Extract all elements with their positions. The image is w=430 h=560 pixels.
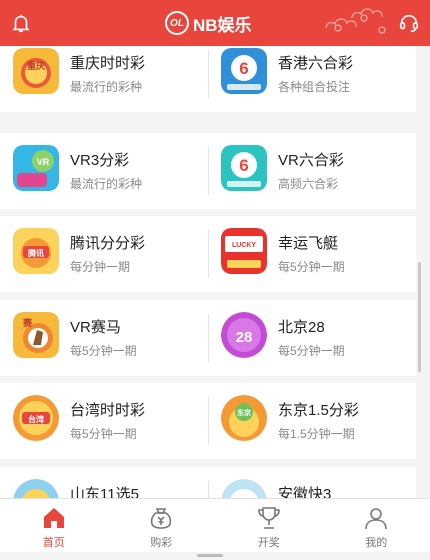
game-name: 腾讯分分彩 bbox=[70, 235, 146, 252]
game-name: 山东11选5 bbox=[70, 486, 139, 498]
list-row: 重庆 重庆时时彩 最流行的彩种 6 香港六合彩 各种组合投注 bbox=[0, 46, 416, 112]
bell-icon[interactable] bbox=[10, 12, 32, 34]
top-header: OL NB娱乐 bbox=[0, 0, 430, 46]
game-tencent[interactable]: 腾讯 腾讯分分彩 每分钟一期 bbox=[0, 216, 208, 292]
customer-service-icon[interactable] bbox=[398, 12, 420, 34]
game-name: 北京28 bbox=[278, 319, 325, 336]
game-desc: 每5分钟一期 bbox=[278, 260, 345, 274]
game-name: 幸运飞艇 bbox=[278, 235, 339, 252]
tab-label: 购彩 bbox=[150, 537, 173, 549]
game-tokyo[interactable]: 东京 东京1.5分彩 每1.5分钟一期 bbox=[208, 383, 416, 459]
taiwan-icon: 台湾 bbox=[13, 395, 59, 441]
list-row: 11 山东11选5 3 安徽快3 bbox=[0, 467, 416, 498]
anhui-icon: 3 bbox=[221, 479, 267, 498]
chongqing-icon: 重庆 bbox=[13, 48, 59, 94]
bottom-tabbar: 首页 购彩 开奖 我的 bbox=[0, 498, 430, 552]
svg-text:重庆: 重庆 bbox=[27, 60, 45, 71]
tencent-icon: 腾讯 bbox=[13, 228, 59, 274]
lucky-airship-icon: LUCKY bbox=[221, 228, 267, 274]
list-row: 赛 VR赛马 每5分钟一期 28 北京28 每5分钟一期 bbox=[0, 300, 416, 376]
game-desc: 最流行的彩种 bbox=[70, 80, 143, 94]
game-desc: 每5分钟一期 bbox=[70, 427, 137, 441]
svg-text:VR: VR bbox=[37, 157, 50, 167]
game-name: 香港六合彩 bbox=[278, 55, 354, 72]
tokyo-icon: 东京 bbox=[221, 395, 267, 441]
game-vr3[interactable]: VR VR3分彩 最流行的彩种 bbox=[0, 133, 208, 209]
lottery-list: 重庆 重庆时时彩 最流行的彩种 6 香港六合彩 各种组合投注 VR VR3分彩 … bbox=[0, 46, 430, 498]
game-desc: 每1.5分钟一期 bbox=[278, 427, 355, 441]
svg-text:LUCKY: LUCKY bbox=[232, 242, 256, 249]
game-desc: 每分钟一期 bbox=[70, 260, 131, 274]
game-vr-horse[interactable]: 赛 VR赛马 每5分钟一期 bbox=[0, 300, 208, 376]
user-icon bbox=[365, 508, 388, 530]
game-beijing28[interactable]: 28 北京28 每5分钟一期 bbox=[208, 300, 416, 376]
game-anhui[interactable]: 3 安徽快3 bbox=[208, 467, 416, 498]
tab-label: 首页 bbox=[42, 537, 65, 549]
trophy-icon bbox=[257, 507, 280, 529]
game-hongkong-six[interactable]: 6 香港六合彩 各种组合投注 bbox=[208, 46, 416, 112]
game-name: VR3分彩 bbox=[70, 152, 130, 169]
game-lucky-airship[interactable]: LUCKY 幸运飞艇 每5分钟一期 bbox=[208, 216, 416, 292]
svg-text:东京: 东京 bbox=[237, 408, 251, 417]
game-desc: 每5分钟一期 bbox=[70, 344, 137, 358]
game-chongqing[interactable]: 重庆 重庆时时彩 最流行的彩种 bbox=[0, 46, 208, 112]
game-shandong[interactable]: 11 山东11选5 bbox=[0, 467, 208, 498]
home-icon bbox=[43, 508, 64, 528]
game-desc: 高频六合彩 bbox=[278, 177, 339, 191]
vr-horse-icon: 赛 bbox=[13, 312, 59, 358]
game-name: 台湾时时彩 bbox=[70, 402, 146, 419]
svg-text:28: 28 bbox=[236, 329, 253, 346]
game-name: VR赛马 bbox=[70, 319, 121, 336]
tab-home[interactable]: 首页 bbox=[0, 499, 108, 552]
svg-text:6: 6 bbox=[239, 156, 248, 175]
tab-mine[interactable]: 我的 bbox=[323, 499, 430, 552]
tab-label: 我的 bbox=[365, 537, 388, 549]
game-name: 重庆时时彩 bbox=[70, 55, 146, 72]
list-row: VR VR3分彩 最流行的彩种 6 VR六合彩 高频六合彩 bbox=[0, 133, 416, 209]
beijing28-icon: 28 bbox=[221, 312, 267, 358]
app-logo: OL NB娱乐 bbox=[165, 10, 252, 36]
vr3-icon: VR bbox=[13, 145, 59, 191]
game-desc: 最流行的彩种 bbox=[70, 177, 143, 191]
game-name: 安徽快3 bbox=[278, 486, 332, 498]
cloud-pattern-icon bbox=[325, 8, 386, 34]
tab-buy[interactable]: 购彩 bbox=[108, 499, 216, 552]
svg-text:台湾: 台湾 bbox=[28, 414, 44, 424]
game-desc: 各种组合投注 bbox=[278, 80, 351, 94]
game-taiwan[interactable]: 台湾 台湾时时彩 每5分钟一期 bbox=[0, 383, 208, 459]
svg-text:6: 6 bbox=[239, 59, 248, 78]
game-name: VR六合彩 bbox=[278, 152, 344, 169]
tab-label: 开奖 bbox=[257, 537, 280, 549]
list-row: 台湾 台湾时时彩 每5分钟一期 东京 东京1.5分彩 每1.5分钟一期 bbox=[0, 383, 416, 459]
app-title: NB娱乐 bbox=[193, 15, 252, 35]
logo-mark: OL bbox=[165, 11, 189, 35]
game-vr-six[interactable]: 6 VR六合彩 高频六合彩 bbox=[208, 133, 416, 209]
vr-six-icon: 6 bbox=[221, 145, 267, 191]
home-indicator bbox=[197, 554, 223, 557]
svg-text:腾讯: 腾讯 bbox=[27, 248, 44, 258]
list-row: 腾讯 腾讯分分彩 每分钟一期 LUCKY 幸运飞艇 每5分钟一期 bbox=[0, 216, 416, 292]
tab-draw[interactable]: 开奖 bbox=[215, 499, 323, 552]
svg-text:赛: 赛 bbox=[22, 317, 33, 328]
game-name: 东京1.5分彩 bbox=[278, 402, 359, 419]
shandong-icon: 11 bbox=[13, 479, 59, 498]
money-bag-icon bbox=[151, 508, 172, 529]
game-desc: 每5分钟一期 bbox=[278, 344, 345, 358]
hongkong-six-icon: 6 bbox=[221, 48, 267, 94]
scrollbar[interactable] bbox=[418, 262, 421, 372]
